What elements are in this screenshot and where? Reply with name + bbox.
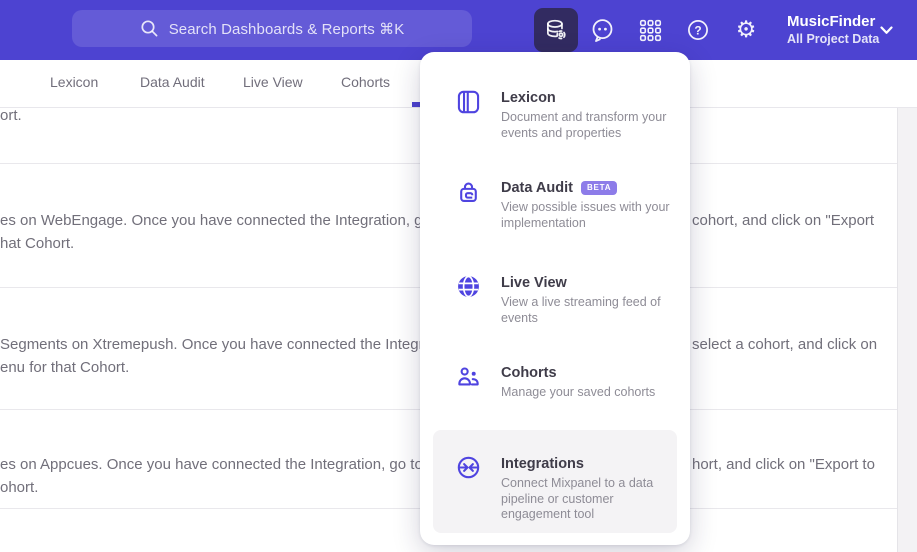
globe-icon (456, 274, 482, 326)
project-name: MusicFinder (787, 13, 876, 30)
menu-item-title: Data Audit (501, 180, 573, 196)
grid-icon (639, 19, 661, 41)
menu-item-title: Lexicon (501, 90, 556, 106)
menu-item-description: Manage your saved cohorts (501, 385, 656, 399)
search-placeholder: Search Dashboards & Reports ⌘K (168, 20, 405, 38)
menu-item-title: Live View (501, 275, 567, 291)
integration-row-text-right: select a cohort, and click on (692, 336, 878, 353)
tab-cohorts[interactable]: Cohorts (341, 74, 390, 90)
apps-grid-button[interactable] (628, 8, 672, 52)
integration-row-text: es on WebEngage. Once you have connected… (0, 212, 473, 252)
menu-item-cohorts[interactable]: Cohorts Manage your saved cohorts (456, 363, 676, 401)
integration-row-text: Segments on Xtremepush. Once you have co… (0, 336, 461, 376)
search-input[interactable]: Search Dashboards & Reports ⌘K (72, 10, 472, 47)
integration-row-text-right: hort, and click on "Export to (692, 456, 875, 473)
menu-item-lexicon[interactable]: Lexicon Document and transform your even… (456, 88, 676, 141)
top-nav-bar: Search Dashboards & Reports ⌘K ? ⚙ Music… (0, 0, 917, 60)
menu-item-description: View a live streaming feed of events (501, 295, 661, 325)
svg-text:?: ? (694, 23, 701, 37)
help-icon: ? (688, 20, 708, 40)
integration-row-text-right: cohort, and click on "Export (692, 212, 875, 229)
tab-lexicon[interactable]: Lexicon (50, 74, 98, 90)
integration-row-text: es on Appcues. Once you have connected t… (0, 456, 465, 496)
beta-badge: BETA (580, 181, 618, 195)
project-switcher[interactable]: MusicFinder All Project Data (787, 12, 879, 48)
project-scope: All Project Data (787, 32, 880, 46)
help-button[interactable]: ? (676, 8, 720, 52)
message-face-icon (592, 18, 612, 42)
search-icon (141, 20, 158, 37)
content-gutter (897, 107, 917, 552)
data-management-dropdown: Lexicon Document and transform your even… (420, 52, 690, 545)
menu-item-title: Cohorts (501, 365, 557, 381)
menu-item-description: View possible issues with your implement… (501, 200, 670, 230)
tab-live-view[interactable]: Live View (243, 74, 303, 90)
database-gear-icon (547, 19, 566, 40)
data-management-button[interactable] (534, 8, 578, 52)
menu-item-title: Integrations (501, 456, 584, 472)
feedback-button[interactable] (580, 8, 624, 52)
menu-item-integrations[interactable]: Integrations Connect Mixpanel to a data … (456, 454, 676, 523)
menu-item-data-audit[interactable]: Data Audit BETA View possible issues wit… (456, 178, 676, 231)
chevron-down-icon[interactable] (880, 26, 893, 35)
sync-arrows-icon (456, 455, 482, 523)
menu-item-description: Document and transform your events and p… (501, 110, 667, 140)
settings-button[interactable]: ⚙ (724, 8, 768, 52)
audit-lock-icon (456, 179, 482, 231)
book-icon (456, 89, 482, 141)
menu-item-live-view[interactable]: Live View View a live streaming feed of … (456, 273, 676, 326)
tab-data-audit[interactable]: Data Audit (140, 74, 205, 90)
app-window: Search Dashboards & Reports ⌘K ? ⚙ Music… (0, 0, 917, 552)
people-icon (456, 364, 482, 401)
menu-item-description: Connect Mixpanel to a data pipeline or c… (501, 476, 654, 521)
gear-icon: ⚙ (735, 16, 757, 43)
